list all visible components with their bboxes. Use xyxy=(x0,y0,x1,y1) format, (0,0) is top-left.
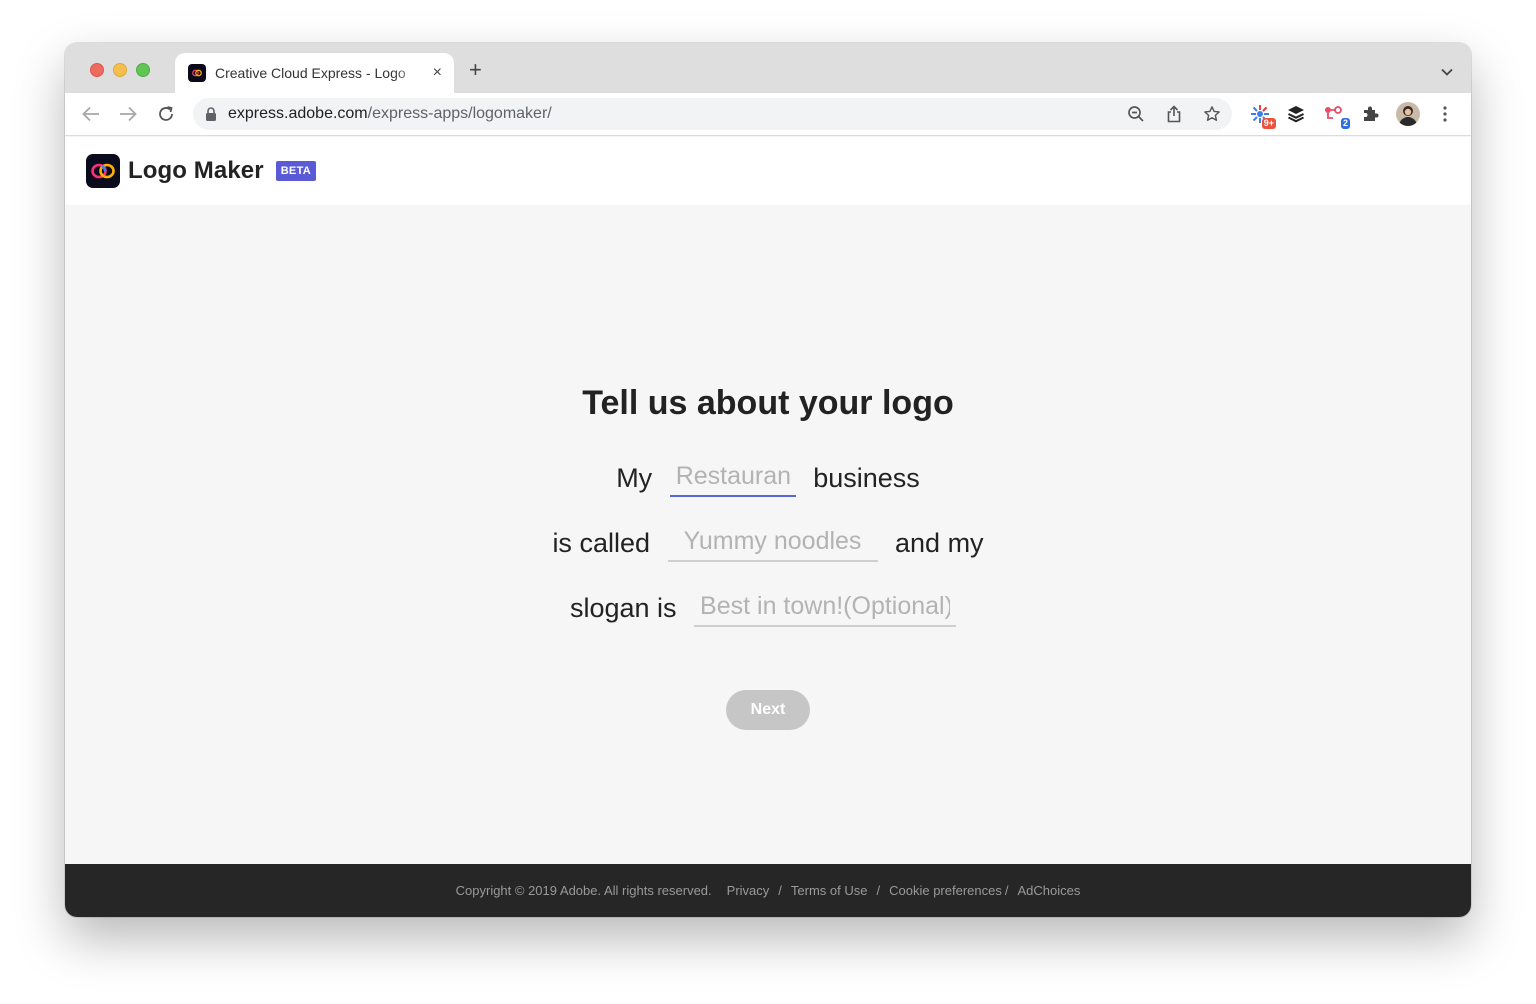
footer-separator: / xyxy=(778,883,782,898)
share-icon[interactable] xyxy=(1164,104,1184,124)
puzzle-extensions-icon[interactable] xyxy=(1359,103,1381,125)
row-label: and my xyxy=(895,528,984,558)
cookie-preferences-link[interactable]: Cookie preferences xyxy=(889,883,1002,898)
app-title: Logo Maker xyxy=(128,157,264,184)
zoom-icon[interactable] xyxy=(1126,104,1146,124)
profile-avatar[interactable] xyxy=(1396,102,1420,126)
footer-separator: / xyxy=(1004,883,1009,898)
extension-flow-icon[interactable]: 2 xyxy=(1323,103,1350,129)
app-header: Logo Maker BETA xyxy=(65,137,1471,205)
tab-title: Creative Cloud Express - Logo xyxy=(215,65,406,81)
back-arrow-icon[interactable] xyxy=(80,103,102,125)
row-label: My xyxy=(616,463,653,493)
extension-badge: 9+ xyxy=(1261,118,1276,129)
beta-badge: BETA xyxy=(275,161,317,181)
page-footer: Copyright © 2019 Adobe. All rights reser… xyxy=(65,864,1471,917)
chevron-down-icon[interactable] xyxy=(1441,63,1453,81)
next-button[interactable]: Next xyxy=(726,690,810,730)
row-label: is called xyxy=(552,528,650,558)
form-heading: Tell us about your logo xyxy=(582,384,954,422)
window-controls xyxy=(90,63,150,77)
reload-icon[interactable] xyxy=(155,103,177,125)
kebab-menu-icon[interactable] xyxy=(1434,103,1456,125)
business-name-row: is called and my xyxy=(65,525,1471,562)
lock-icon[interactable] xyxy=(205,107,217,121)
tab-strip: Creative Cloud Express - Logo × + xyxy=(65,43,1471,93)
footer-separator: / xyxy=(876,883,881,898)
adchoices-link[interactable]: AdChoices xyxy=(1017,883,1080,898)
row-label: business xyxy=(813,463,920,493)
minimize-window-button[interactable] xyxy=(113,63,127,77)
privacy-link[interactable]: Privacy xyxy=(727,883,770,898)
close-window-button[interactable] xyxy=(90,63,104,77)
adobe-cc-favicon-icon xyxy=(188,64,206,82)
tab-active[interactable]: Creative Cloud Express - Logo × xyxy=(175,53,454,93)
row-label: slogan is xyxy=(569,593,677,623)
bookmark-star-icon[interactable] xyxy=(1202,104,1222,124)
forward-arrow-icon[interactable] xyxy=(117,103,139,125)
address-bar[interactable]: express.adobe.com/express-apps/logomaker… xyxy=(193,98,1232,130)
buffer-stack-icon[interactable] xyxy=(1285,103,1307,125)
business-type-row: My business xyxy=(65,460,1471,497)
new-tab-button[interactable]: + xyxy=(469,59,482,81)
terms-link[interactable]: Terms of Use xyxy=(791,883,868,898)
slogan-row: slogan is xyxy=(65,590,1471,627)
extension-badge: 2 xyxy=(1340,118,1350,129)
tab-close-icon[interactable]: × xyxy=(433,65,442,81)
extension-colorful-icon[interactable]: 9+ xyxy=(1249,103,1276,129)
slogan-input[interactable] xyxy=(694,590,957,627)
business-type-input[interactable] xyxy=(669,460,796,497)
url-path: /express-apps/logomaker/ xyxy=(367,105,552,122)
url-host: express.adobe.com xyxy=(228,105,368,122)
business-name-input[interactable] xyxy=(667,525,878,562)
url-text: express.adobe.com/express-apps/logomaker… xyxy=(228,105,552,123)
browser-toolbar: express.adobe.com/express-apps/logomaker… xyxy=(65,93,1471,136)
adobe-cc-logo-icon[interactable] xyxy=(86,154,120,188)
browser-window: Creative Cloud Express - Logo × + expres… xyxy=(65,43,1471,917)
web-page: Logo Maker BETA Tell us about your logo … xyxy=(65,137,1471,917)
copyright-text: Copyright © 2019 Adobe. All rights reser… xyxy=(455,883,712,898)
maximize-window-button[interactable] xyxy=(136,63,150,77)
